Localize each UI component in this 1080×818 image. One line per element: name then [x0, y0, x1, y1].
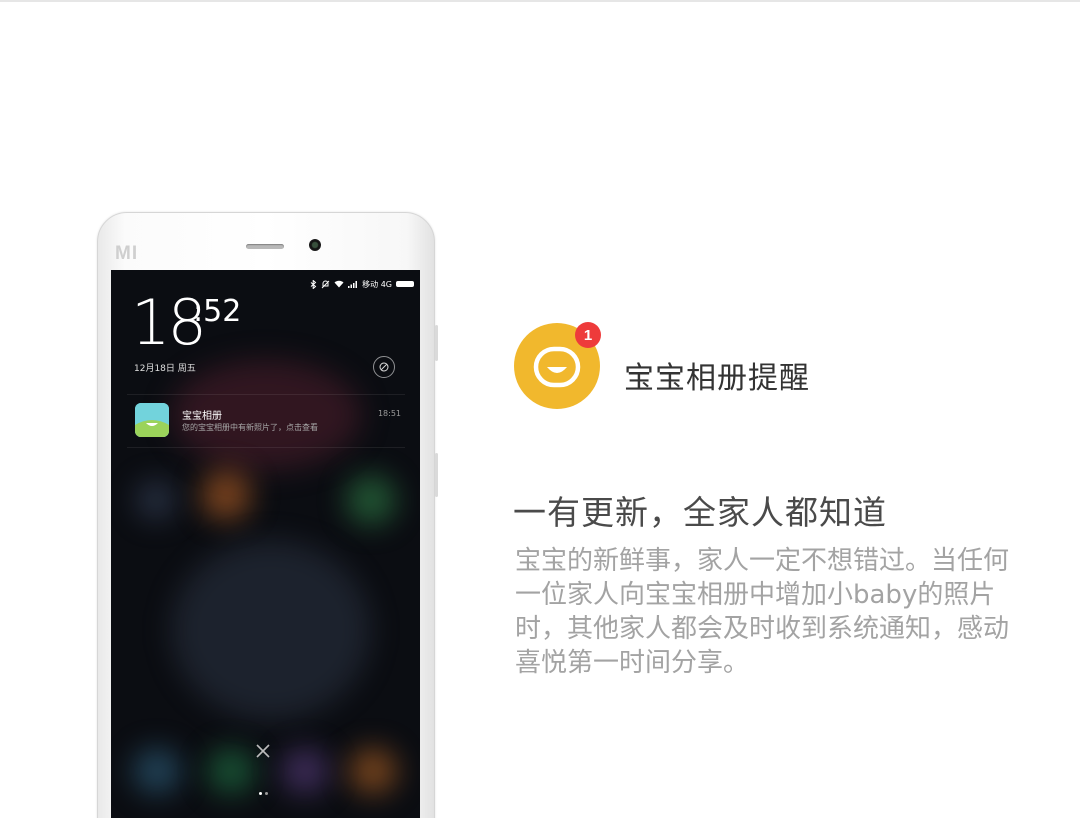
- front-camera: [309, 239, 321, 251]
- signal-icon: [348, 281, 358, 288]
- page-dot: [265, 792, 268, 795]
- blur-background: [346, 475, 396, 525]
- status-bar: 移动 4G: [310, 278, 414, 290]
- clock-minute: :52: [193, 294, 242, 329]
- blur-background: [201, 470, 251, 520]
- do-not-disturb-icon: [379, 362, 389, 372]
- earpiece-speaker: [246, 244, 284, 249]
- blur-background: [207, 748, 255, 794]
- notification-badge: 1: [575, 322, 601, 348]
- bluetooth-icon: [310, 279, 317, 289]
- do-not-disturb-button[interactable]: [373, 356, 395, 378]
- page: MI 移动 4G 18:52 12月18日 周五 宝宝相册 您的宝宝相册中有新…: [0, 0, 1080, 818]
- blur-background: [136, 480, 176, 520]
- blur-background: [171, 540, 371, 720]
- notification-time: 18:51: [377, 409, 401, 418]
- phone-mockup: MI 移动 4G 18:52 12月18日 周五 宝宝相册 您的宝宝相册中有新…: [97, 212, 438, 818]
- feature-description: 宝宝的新鲜事，家人一定不想错过。当任何一位家人向宝宝相册中增加小baby的照片时…: [515, 546, 1010, 678]
- carrier-label: 移动 4G: [362, 279, 392, 289]
- baby-album-app-icon: [135, 403, 169, 437]
- close-icon[interactable]: [254, 742, 272, 760]
- blur-background: [281, 748, 329, 794]
- silent-icon: [321, 280, 330, 288]
- power-button: [435, 453, 438, 497]
- notification-title: 宝宝相册: [182, 411, 222, 422]
- blur-background: [133, 748, 181, 794]
- page-indicator: [259, 792, 268, 795]
- page-dot: [259, 792, 262, 795]
- battery-icon: [396, 281, 414, 287]
- lock-screen: 移动 4G 18 :52 12月18日 周五 宝宝相册 您的宝宝相册中有新照片了…: [111, 270, 420, 818]
- wifi-icon: [334, 280, 344, 288]
- notification-message: 您的宝宝相册中有新照片了，点击查看: [182, 423, 318, 432]
- lock-date: 12月18日 周五: [134, 364, 196, 374]
- feature-title: 宝宝相册提醒: [624, 361, 810, 396]
- notification-card[interactable]: 宝宝相册 您的宝宝相册中有新照片了，点击查看 18:51: [127, 394, 405, 448]
- mi-logo: MI: [115, 243, 139, 264]
- feature-headline: 一有更新，全家人都知道: [513, 493, 887, 532]
- blur-background: [349, 748, 397, 794]
- volume-button: [435, 325, 438, 361]
- top-divider: [0, 0, 1080, 2]
